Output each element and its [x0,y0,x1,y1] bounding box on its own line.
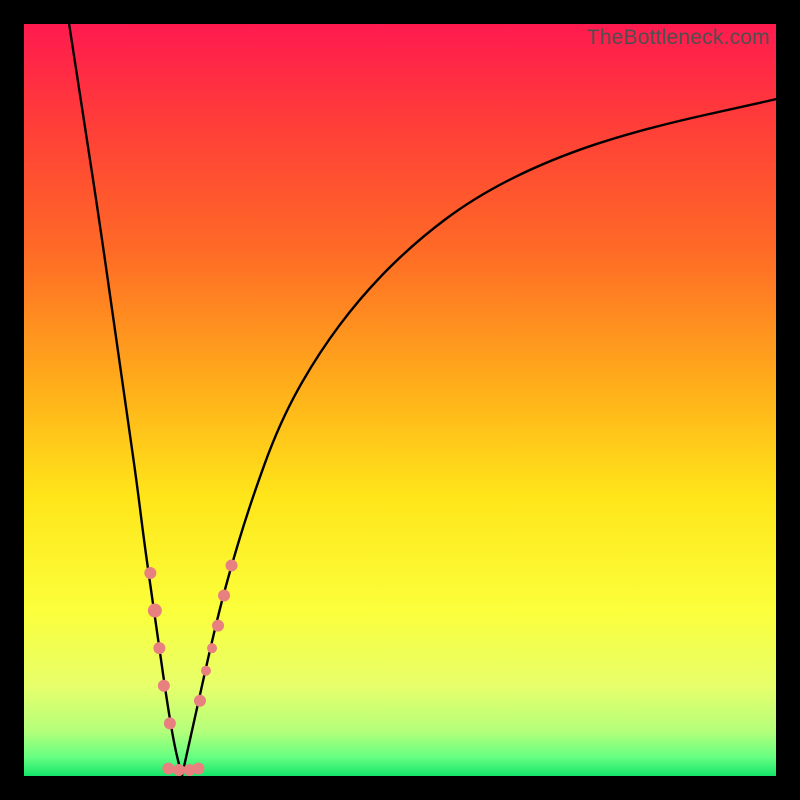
curve-left [69,24,182,776]
data-marker [201,666,211,676]
data-marker [192,762,204,774]
data-marker [194,695,206,707]
data-marker [218,590,230,602]
data-marker [158,680,170,692]
data-marker [153,642,165,654]
data-marker [148,604,162,618]
data-markers [144,559,237,776]
data-marker [164,717,176,729]
data-marker [226,559,238,571]
data-marker [212,620,224,632]
data-marker [162,762,174,774]
data-marker [144,567,156,579]
curve-layer [24,24,776,776]
chart-frame: TheBottleneck.com [0,0,800,800]
data-marker [207,643,217,653]
plot-area: TheBottleneck.com [24,24,776,776]
data-marker [173,764,185,776]
curve-right [182,99,776,776]
